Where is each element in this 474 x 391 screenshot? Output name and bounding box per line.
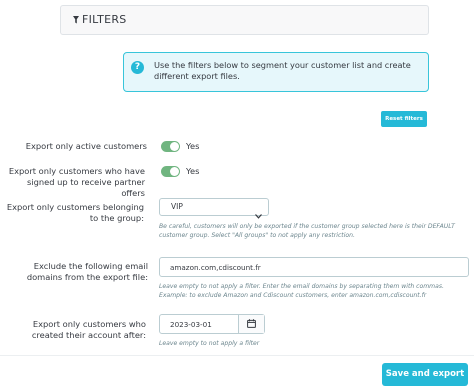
save-and-export-button[interactable]: Save and export [382,363,468,386]
exclude-domains-input[interactable]: amazon.com,cdiscount.fr [159,257,469,277]
reset-filters-button[interactable]: Reset filters [381,111,427,127]
calendar-icon [247,319,256,328]
filters-title: FILTERS [82,13,127,26]
partner-offers-value: Yes [186,166,200,176]
question-icon: ? [131,61,144,74]
created-after-input[interactable]: 2023-03-01 [159,314,265,334]
partner-offers-toggle[interactable] [161,166,180,177]
customer-group-selected: VIP [171,202,183,211]
created-after-help: Leave empty to not apply a filter [159,340,260,347]
toggle-knob [170,142,179,151]
info-text: Use the filters below to segment your cu… [154,60,411,81]
exclude-domains-value: amazon.com,cdiscount.fr [170,263,261,272]
filters-panel[interactable]: FILTERS [60,5,429,35]
active-customers-toggle[interactable] [161,141,180,152]
active-customers-label: Export only active customers [25,141,147,151]
active-customers-value: Yes [186,141,200,151]
partner-offers-label: Export only customers who have signed up… [8,166,145,198]
created-after-label: Export only customers who created their … [31,319,146,340]
toggle-knob [170,167,179,176]
customer-group-label: Export only customers belonging to the g… [6,202,144,223]
calendar-button[interactable] [238,315,264,333]
customer-group-select[interactable]: VIP [159,198,269,219]
chevron-down-icon [255,204,262,223]
created-after-value: 2023-03-01 [170,320,212,329]
exclude-domains-help: Leave empty to not apply a filter. Enter… [159,283,444,299]
info-alert: ? Use the filters below to segment your … [123,52,429,92]
exclude-domains-label: Exclude the following email domains from… [26,261,148,282]
customer-group-help: Be careful, customers will only be expor… [159,223,455,239]
